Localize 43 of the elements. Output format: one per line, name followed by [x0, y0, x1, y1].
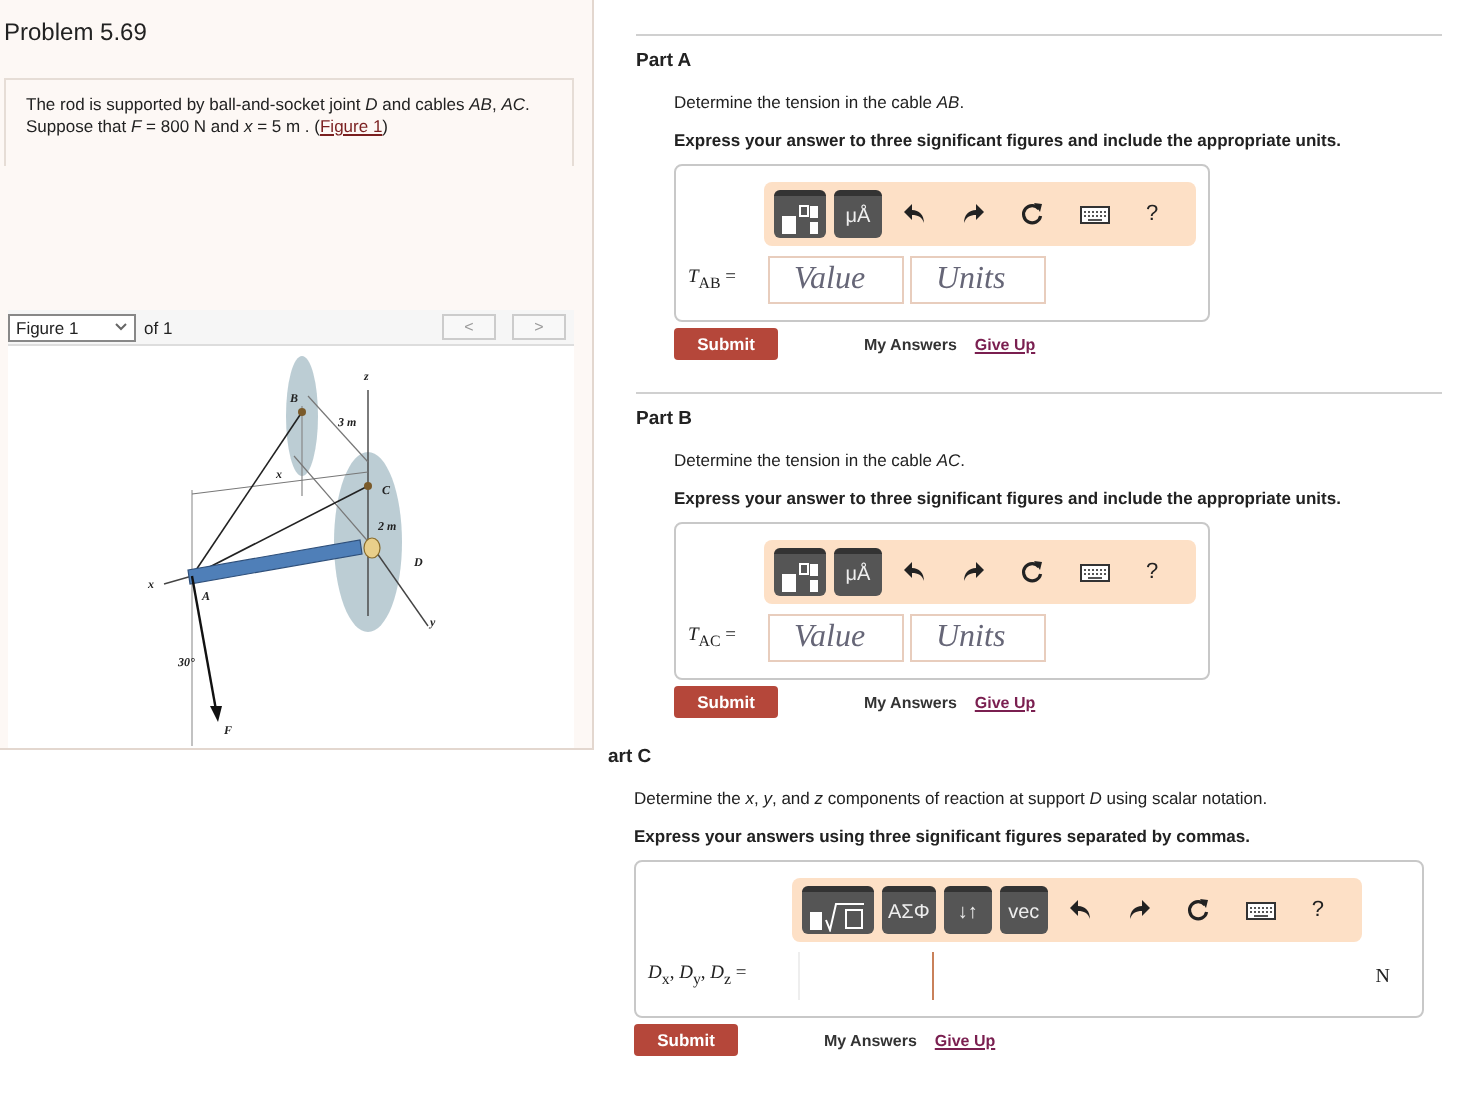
submit-button[interactable]: Submit	[634, 1024, 738, 1056]
submit-button[interactable]: Submit	[674, 328, 778, 360]
my-answers-link[interactable]: My Answers	[824, 1031, 917, 1049]
help-button[interactable]: ?	[1132, 202, 1173, 226]
answer-label: T$_{AC}$ =	[688, 626, 739, 650]
give-up-link[interactable]: Give Up	[974, 335, 1036, 353]
symbol-button[interactable]: vec	[999, 886, 1048, 934]
unit-label: N	[1375, 965, 1390, 987]
caret-icon	[114, 322, 128, 332]
symbol-button[interactable]: ↓↑	[943, 886, 992, 934]
part-title: Part B	[636, 408, 694, 430]
give-up-link[interactable]: Give Up	[974, 693, 1036, 711]
units-field[interactable]: Units	[910, 614, 1046, 662]
answer-label: T$_{AB}$ =	[688, 268, 739, 292]
submit-button[interactable]: Submit	[674, 686, 778, 718]
symbol-button[interactable]: μÅ	[834, 548, 882, 596]
my-answers-link[interactable]: My Answers	[864, 693, 957, 711]
templates-button[interactable]	[774, 548, 826, 596]
figure-count: of 1	[144, 317, 173, 337]
figure-link[interactable]: Figure 1	[319, 116, 383, 136]
units-field[interactable]: Units	[910, 256, 1046, 304]
help-button[interactable]: ?	[1297, 898, 1338, 922]
give-up-link[interactable]: Give Up	[934, 1031, 996, 1049]
templates-button[interactable]	[774, 190, 826, 238]
help-button[interactable]: ?	[1132, 560, 1173, 584]
instruction-text: Express your answer to three significant figures and include the appropriate units.	[674, 488, 1343, 508]
symbol-button[interactable]: ΑΣΦ	[882, 886, 936, 934]
symbol-button[interactable]: μÅ	[834, 190, 882, 238]
templates-button[interactable]	[802, 886, 874, 934]
question-text: Determine the x, y, and z components of reaction at support D using scalar notation.	[634, 788, 1270, 808]
value-field[interactable]: Value	[768, 256, 904, 304]
instruction-text: Express your answer to three significant figures and include the appropriate units.	[674, 130, 1343, 150]
instruction-text: Express your answers using three significant figures separated by commas.	[634, 826, 1252, 846]
answer-label: D$_{x}$, D$_{y}$, D$_{z}$ =	[648, 964, 749, 988]
problem-title: Problem 5.69	[2, 16, 149, 50]
my-answers-link[interactable]: My Answers	[864, 335, 957, 353]
question-text: Determine the tension in the cable AB.	[674, 92, 967, 112]
value-field[interactable]: Value	[768, 614, 904, 662]
question-text: Determine the tension in the cable AC.	[674, 450, 968, 470]
part-title: Part A	[636, 50, 694, 72]
problem-statement: The rod is supported by ball-and-socket joint D and cables AB, AC. Suppose that F = 800 N and x = 5 m . (Figure 1)	[26, 94, 532, 138]
part-title: art C	[608, 746, 654, 768]
figure-select[interactable]: Figure 1	[8, 313, 136, 341]
